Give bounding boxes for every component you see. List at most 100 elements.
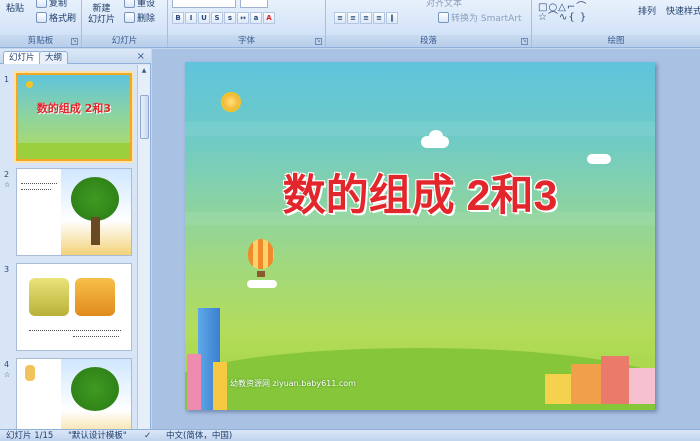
thumbnail-number: 4 [4,360,10,369]
italic-button[interactable]: I [185,12,197,24]
thumbnail-scrollbar[interactable]: ▲ [137,65,150,429]
building-image [213,362,227,410]
close-pane-icon[interactable]: × [137,51,145,62]
building-image [187,354,201,410]
paragraph-dialog-launcher[interactable]: ↘ [521,38,528,45]
copy-button[interactable]: 复制 [36,0,67,9]
columns-button[interactable]: ‖ [386,12,398,24]
house-shape [629,368,655,404]
slide-thumbnail-3[interactable] [16,263,132,351]
sun-icon [26,81,33,88]
brush-icon [36,12,47,23]
thumbnail-number: 2 [4,170,10,179]
new-slide-button[interactable]: 新建 幻灯片 [88,4,115,26]
arrange-label: 排列 [638,7,657,17]
align-right-button[interactable]: ≡ [360,12,372,24]
reset-button[interactable]: 重设 [124,0,155,9]
clipboard-group-label: 剪贴板 [0,35,81,47]
status-bar: 幻灯片 1/15 "默认设计模板" ✓ 中文(简体，中国) [0,429,700,441]
tree-crown-shape [71,177,119,221]
shadow-button[interactable]: s [224,12,236,24]
thumbnail-number: 1 [4,75,10,84]
scroll-thumb[interactable] [140,95,149,139]
apple-tree-image [61,359,131,429]
smartart-button[interactable]: 转换为 SmartArt [438,11,521,24]
tab-slides[interactable]: 幻灯片 [3,51,41,64]
slides-group-label: 幻灯片 [82,35,167,47]
change-case-button[interactable]: a [250,12,262,24]
font-dialog-launcher[interactable]: ↘ [315,38,322,45]
paste-label: 粘贴 [6,4,25,14]
thumbnail-title: 数的组成 2和3 [36,102,112,115]
slide-editor: 数的组成 2和3 幼教资源网 ziyuan.baby611.com [152,49,700,429]
underline-button[interactable]: U [198,12,210,24]
tree-crown-shape [71,367,119,411]
drawing-group-label: 绘图 [532,35,700,47]
delete-button[interactable]: 删除 [124,11,155,24]
balloon-basket-shape [257,271,265,277]
house-shape [545,374,571,404]
powerpoint-window: 粘贴 复制 格式刷 剪贴板 ↘ 新建 幻灯片 重设 删除 幻灯片 B I U S [0,0,700,441]
delete-label: 删除 [137,14,156,24]
slide-title[interactable]: 数的组成 2和3 [185,161,655,223]
paste-button[interactable]: 粘贴 [6,1,24,14]
sun-icon [223,94,239,110]
sky-band [185,122,655,136]
slide-thumbnail-2[interactable] [16,168,132,256]
slide-thumbnail-4[interactable] [16,358,132,429]
grass-shape [18,143,130,159]
align-text-button[interactable]: 对齐文本 [426,0,462,9]
slides-pane: 幻灯片 大纲 × 1 数的组成 2和3 2 ☆ 3 4 ☆ ▲ [0,49,151,429]
thumbnail-list: 1 数的组成 2和3 2 ☆ 3 4 ☆ [0,65,138,429]
slides-group: 新建 幻灯片 重设 删除 幻灯片 [82,0,168,47]
spellcheck-icon[interactable]: ✓ [144,431,151,441]
align-center-button[interactable]: ≡ [347,12,359,24]
basket-image-1 [29,278,69,316]
apple-tree-image [61,169,131,255]
font-group: B I U S s ↔ a A 字体 ↘ [168,0,326,47]
align-left-button[interactable]: ≡ [334,12,346,24]
font-size-dropdown[interactable] [240,0,268,8]
shapes-gallery-row2[interactable]: ☆⌒∿{ } [538,8,587,23]
copy-label: 复制 [49,0,68,9]
reset-label: 重设 [137,0,156,9]
bold-button[interactable]: B [172,12,184,24]
font-name-dropdown[interactable] [172,0,236,8]
cloud-shape [429,130,443,142]
paragraph-group-label: 段落 [326,35,531,47]
language-indicator[interactable]: 中文(简体，中国) [166,431,232,441]
clipboard-dialog-launcher[interactable]: ↘ [71,38,78,45]
justify-button[interactable]: ≡ [373,12,385,24]
font-group-label: 字体 [168,35,325,47]
paragraph-group: ≡ ≡ ≡ ≡ ‖ 对齐文本 转换为 SmartArt 段落 ↘ [326,0,532,47]
animation-star-icon: ☆ [4,371,11,379]
scroll-up-icon[interactable]: ▲ [139,66,149,76]
format-painter-label: 格式刷 [49,14,77,24]
new-slide-label-2: 幻灯片 [88,15,116,25]
slide-thumbnail-1[interactable]: 数的组成 2和3 [16,73,132,161]
quick-styles-label: 快速样式 [666,7,700,17]
ribbon: 粘贴 复制 格式刷 剪贴板 ↘ 新建 幻灯片 重设 删除 幻灯片 B I U S [0,0,700,48]
quick-styles-button[interactable]: 快速样式 [666,4,700,17]
strikethrough-button[interactable]: S [211,12,223,24]
clipboard-group: 粘贴 复制 格式刷 剪贴板 ↘ [0,0,82,47]
arrange-button[interactable]: 排列 [638,4,656,17]
delete-icon [124,12,135,23]
theme-name[interactable]: "默认设计模板" [68,431,127,441]
new-slide-label: 新建 [92,4,111,14]
pane-tabs: 幻灯片 大纲 × [0,49,151,64]
thumbnail-text-line [29,330,121,331]
slide-canvas[interactable]: 数的组成 2和3 幼教资源网 ziyuan.baby611.com [185,62,655,410]
font-color-button[interactable]: A [263,12,275,24]
drawing-group: □○△⌐⌒ ☆⌒∿{ } 排列 快速样式 绘图 [532,0,700,47]
format-painter-button[interactable]: 格式刷 [36,11,76,24]
houses-image [545,352,655,410]
thumbnail-text-line [21,189,51,190]
house-shape [571,364,601,404]
thumbnail-number: 3 [4,265,10,274]
thumbnail-text-line [21,183,57,184]
animation-star-icon: ☆ [4,181,11,189]
char-spacing-button[interactable]: ↔ [237,12,249,24]
tab-outline[interactable]: 大纲 [39,51,69,64]
paragraph-align-toolbar: ≡ ≡ ≡ ≡ ‖ [334,12,398,24]
